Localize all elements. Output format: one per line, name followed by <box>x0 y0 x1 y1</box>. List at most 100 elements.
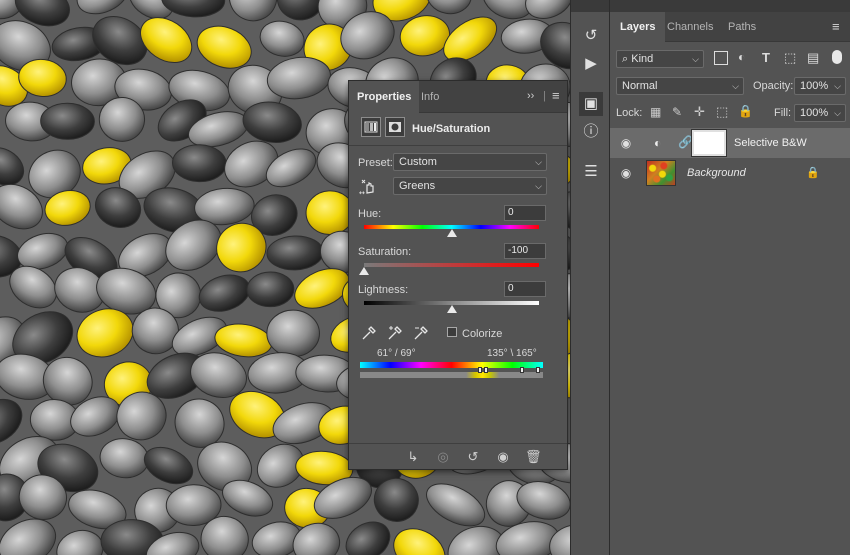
panel-dock-strip: ↺ ▶ ▣ ⓘ ☰ <box>570 0 610 555</box>
filter-kind-value: Kind <box>631 53 654 65</box>
dock-collapse-bar[interactable] <box>571 0 609 12</box>
range-readout-left: 61° / 69° <box>377 348 416 359</box>
colorize-label: Colorize <box>462 328 503 340</box>
search-icon: ⌕ <box>622 53 629 65</box>
preset-dropdown[interactable]: Custom ⌵ <box>393 153 547 171</box>
svg-text:↔: ↔ <box>359 189 365 195</box>
chevron-down-icon: ⌵ <box>692 54 699 64</box>
divider-icon: | <box>543 90 546 102</box>
layers-tab-bar: Layers Channels Paths ≡ <box>610 12 850 42</box>
eyedropper-icon[interactable] <box>361 325 377 341</box>
panel-menu-icon[interactable]: ≡ <box>552 88 560 103</box>
tab-properties[interactable]: Properties <box>349 81 420 113</box>
tab-channels[interactable]: Channels <box>667 12 713 42</box>
preset-label: Preset: <box>358 157 393 169</box>
tab-info[interactable]: Info <box>421 81 439 113</box>
candy <box>266 309 320 358</box>
adjustment-layer-icon[interactable] <box>361 117 381 137</box>
tab-layers[interactable]: Layers <box>610 12 666 42</box>
chevron-down-icon: ⌵ <box>732 81 739 91</box>
clip-to-layer-icon[interactable]: ↳ <box>405 449 421 465</box>
filter-type-icon[interactable]: T <box>762 50 770 65</box>
range-handle-left[interactable] <box>478 367 482 373</box>
saturation-slider-track[interactable] <box>364 263 539 267</box>
fill-value: 100% <box>800 107 829 119</box>
opacity-input[interactable]: 100% ⌵ <box>794 77 846 95</box>
fill-label: Fill: <box>774 107 792 119</box>
filter-smart-object-icon[interactable]: ▤ <box>807 50 819 66</box>
filter-shape-icon[interactable]: ⬚ <box>784 50 796 66</box>
saturation-label: Saturation: <box>358 246 412 258</box>
lock-transparent-icon[interactable]: ▦ <box>650 105 661 119</box>
filter-adjustment-icon[interactable]: ◐ <box>738 50 745 64</box>
clone-source-icon[interactable]: ☰ <box>579 160 603 184</box>
layer-name: Selective B&W <box>734 137 807 149</box>
chevron-down-icon: ⌵ <box>834 108 841 118</box>
preset-value: Custom <box>399 156 437 168</box>
info-icon[interactable]: ⓘ <box>579 120 603 144</box>
hue-slider-thumb[interactable] <box>446 229 457 237</box>
chevron-down-icon: ⌵ <box>834 81 841 91</box>
layer-mask-thumbnail[interactable] <box>691 129 727 157</box>
saturation-slider-thumb[interactable] <box>359 267 369 275</box>
eyedropper-subtract-icon[interactable] <box>413 325 429 341</box>
play-actions-icon[interactable]: ▶ <box>579 52 603 76</box>
layer-filter-dropdown[interactable]: ⌕ Kind ⌵ <box>616 50 704 68</box>
eyedropper-add-icon[interactable] <box>387 325 403 341</box>
lock-label: Lock: <box>616 107 643 119</box>
tab-paths[interactable]: Paths <box>728 12 756 42</box>
range-handle-right[interactable] <box>536 367 540 373</box>
layer-thumbnail <box>646 160 676 186</box>
lightness-input[interactable]: 0 <box>504 281 546 297</box>
layers-panel: Layers Channels Paths ≡ ⌕ Kind ⌵ ◐ T ⬚ ▤… <box>610 0 850 555</box>
layer-visibility-eye-icon[interactable]: ◉ <box>618 166 634 180</box>
opacity-value: 100% <box>800 80 829 92</box>
range-handle-inner-right[interactable] <box>520 367 524 373</box>
divider <box>349 145 567 146</box>
cube-3d-icon[interactable]: ▣ <box>579 92 603 116</box>
reset-icon[interactable]: ↺ <box>465 449 481 465</box>
delete-icon[interactable]: 🗑 <box>525 449 542 465</box>
filter-toggle[interactable] <box>832 50 842 64</box>
lock-icon[interactable]: 🔒 <box>806 166 820 179</box>
fill-input[interactable]: 100% ⌵ <box>794 104 846 122</box>
lock-position-icon[interactable]: ✛ <box>694 104 705 120</box>
channel-value: Greens <box>399 180 436 192</box>
blend-mode-dropdown[interactable]: Normal ⌵ <box>616 77 744 95</box>
lock-artboard-icon[interactable]: ⬚ <box>716 104 728 120</box>
hue-input[interactable]: 0 <box>504 205 546 221</box>
view-previous-icon[interactable]: ◎ <box>435 449 451 465</box>
opacity-label: Opacity: <box>753 80 794 92</box>
adjustment-title: Hue/Saturation <box>412 123 491 135</box>
candy <box>40 102 95 140</box>
range-handle-inner-left[interactable] <box>484 367 488 373</box>
range-slider-handles[interactable] <box>360 367 543 375</box>
chevron-down-icon: ⌵ <box>535 181 542 191</box>
blend-mode-value: Normal <box>622 80 658 92</box>
candy <box>246 271 295 308</box>
filter-pixel-icon[interactable] <box>714 51 728 65</box>
lock-all-icon[interactable]: 🔒 <box>738 104 753 118</box>
history-icon[interactable]: ↺ <box>579 24 603 48</box>
properties-panel: Properties Info ›› | ≡ Hue/Saturation Pr… <box>348 80 568 470</box>
lightness-label: Lightness: <box>358 284 409 296</box>
saturation-input[interactable]: -100 <box>504 243 546 259</box>
targeted-adjustment-icon[interactable]: ↔ <box>359 177 377 197</box>
chevron-down-icon: ⌵ <box>535 157 542 167</box>
layer-mask-icon[interactable] <box>385 117 405 137</box>
visibility-icon[interactable]: ◉ <box>495 449 511 465</box>
range-readout-right: 135° \ 165° <box>487 348 537 359</box>
properties-bottom-bar: ↳ ◎ ↺ ◉ 🗑 <box>349 443 567 469</box>
layer-row-selective-bw[interactable]: ◉ ◐ 🔗 Selective B&W <box>610 128 850 158</box>
collapse-panel-icon[interactable]: ›› <box>527 90 534 102</box>
layer-name: Background <box>687 167 746 179</box>
layer-row-background[interactable]: ◉ Background 🔒 <box>610 158 850 188</box>
layer-visibility-eye-icon[interactable]: ◉ <box>618 136 634 150</box>
panel-menu-icon[interactable]: ≡ <box>832 12 840 42</box>
lightness-slider-thumb[interactable] <box>446 305 457 313</box>
lock-paint-icon[interactable]: ✎ <box>672 105 682 119</box>
panel-collapse-bar[interactable] <box>610 0 850 12</box>
colorize-checkbox[interactable] <box>447 327 457 337</box>
link-icon[interactable]: 🔗 <box>678 135 693 149</box>
channel-dropdown[interactable]: Greens ⌵ <box>393 177 547 195</box>
